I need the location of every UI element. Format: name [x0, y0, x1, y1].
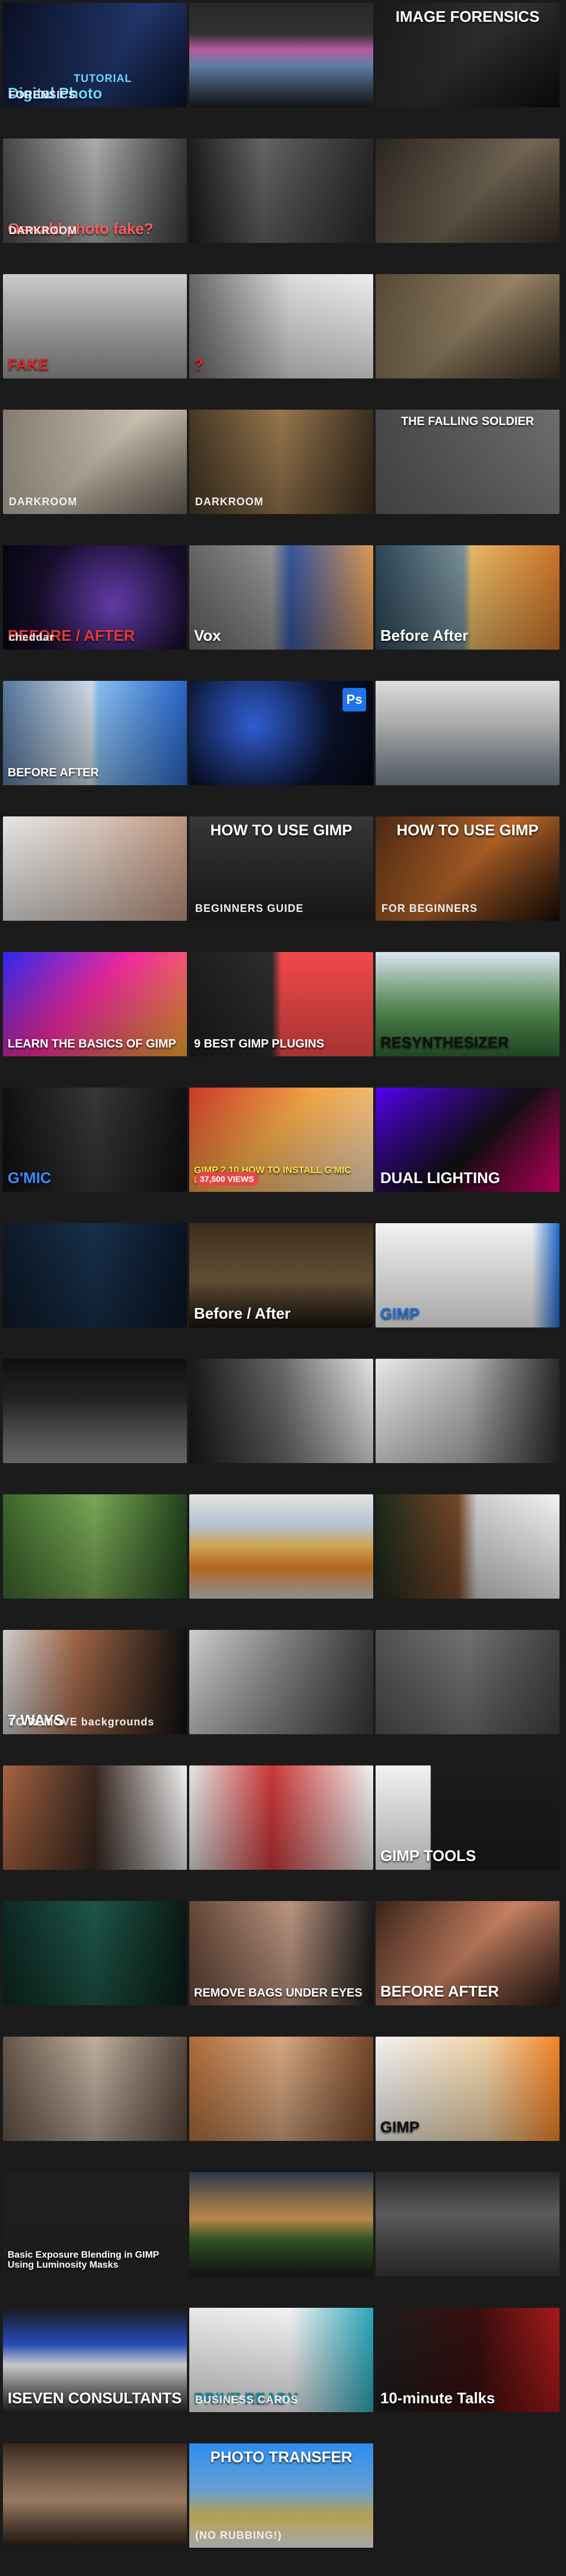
thumbnail-title: RESYNTHESIZER	[380, 1033, 509, 1051]
thumbnail-title: FAKE	[8, 355, 49, 373]
video-thumbnail-15-1[interactable]	[3, 1901, 187, 2005]
video-thumbnail-5-3[interactable]: Before After	[376, 545, 560, 650]
thumbnail-subtitle: DARKROOM	[9, 496, 77, 508]
video-thumbnail-1-3[interactable]: IMAGE FORENSICS	[376, 3, 560, 107]
video-thumbnail-9-3[interactable]: DUAL LIGHTING	[376, 1088, 560, 1192]
thumbnail-subtitle: cheddar	[9, 631, 55, 643]
video-thumbnail-16-3[interactable]: GIMP	[376, 2037, 560, 2141]
video-thumbnail-19-2[interactable]: PHOTO TRANSFER (NO RUBBING!)	[189, 2443, 373, 2548]
thumbnail-title: Basic Exposure Blending in GIMP Using Lu…	[8, 2250, 159, 2271]
video-thumbnail-10-3[interactable]: GIMP	[376, 1223, 560, 1327]
video-thumbnail-9-1[interactable]: G'MIC	[3, 1088, 187, 1192]
video-thumbnail-14-1[interactable]	[3, 1765, 187, 1870]
video-thumbnail-12-2[interactable]	[189, 1494, 373, 1599]
video-thumbnail-1-1[interactable]: Digital Photo FORENSICS TUTORIAL	[3, 3, 187, 107]
thumbnail-subtitle: FOR BEGINNERS	[381, 902, 478, 914]
thumbnail-title: G'MIC	[8, 1168, 52, 1187]
video-thumbnail-12-1[interactable]	[3, 1494, 187, 1599]
photoshop-badge: Ps	[343, 688, 366, 711]
video-thumbnail-7-2[interactable]: HOW TO USE GIMP BEGINNERS GUIDE	[189, 816, 373, 921]
video-thumbnail-8-2[interactable]: 9 BEST GIMP PLUGINS	[189, 952, 373, 1056]
thumbnail-title: REMOVE BAGS UNDER EYES	[194, 1987, 363, 1999]
video-thumbnail-13-1[interactable]: 7 WAYS TO REMOVE backgrounds	[3, 1630, 187, 1734]
thumbnail-title: GIMP	[380, 1304, 420, 1322]
video-thumbnail-8-1[interactable]: LEARN THE BASICS OF GIMP	[3, 952, 187, 1056]
thumbnail-title: GIMP	[380, 2117, 420, 2136]
video-thumbnail-17-3[interactable]	[376, 2172, 560, 2277]
video-thumbnail-14-2[interactable]	[189, 1765, 373, 1870]
video-thumbnail-4-3[interactable]: THE FALLING SOLDIER	[376, 410, 560, 514]
video-thumbnail-19-1[interactable]	[3, 2443, 187, 2548]
video-thumbnail-18-2[interactable]: PRINT-READY BUSINESS CARDS	[189, 2308, 373, 2412]
video-thumbnail-1-2[interactable]	[189, 3, 373, 107]
thumbnail-title: PHOTO TRANSFER	[210, 2448, 353, 2466]
video-thumbnail-3-3[interactable]	[376, 274, 560, 378]
views-badge: 37,500 VIEWS	[195, 1172, 259, 1186]
thumbnail-title: HOW TO USE GIMP	[396, 821, 539, 839]
video-thumbnail-9-2[interactable]: GIMP 2.10 HOW TO INSTALL G'MIC PLUGIN37,…	[189, 1088, 373, 1192]
video-thumbnail-13-2[interactable]	[189, 1630, 373, 1734]
video-thumbnail-7-3[interactable]: HOW TO USE GIMP FOR BEGINNERS	[376, 816, 560, 921]
thumbnail-grid: Digital Photo FORENSICS TUTORIAL IMAGE FORE…	[0, 0, 566, 2576]
video-thumbnail-5-1[interactable]: BEFORE / AFTER cheddar	[3, 545, 187, 650]
video-thumbnail-2-3[interactable]	[376, 139, 560, 243]
video-thumbnail-17-1[interactable]: Basic Exposure Blending in GIMP Using Lu…	[3, 2172, 187, 2277]
video-thumbnail-11-1[interactable]	[3, 1359, 187, 1463]
thumbnail-subtitle: BEGINNERS GUIDE	[195, 902, 304, 914]
video-thumbnail-11-2[interactable]	[189, 1359, 373, 1463]
video-thumbnail-18-3[interactable]: 10-minute Talks	[376, 2308, 560, 2412]
video-thumbnail-3-2[interactable]: ?	[189, 274, 373, 378]
video-thumbnail-3-1[interactable]: FAKE	[3, 274, 187, 378]
thumbnail-title: LEARN THE BASICS OF GIMP	[8, 1037, 176, 1050]
video-thumbnail-7-1[interactable]	[3, 816, 187, 921]
video-thumbnail-12-3[interactable]	[376, 1494, 560, 1599]
video-thumbnail-13-3[interactable]	[376, 1630, 560, 1734]
thumbnail-title: IMAGE FORENSICS	[395, 8, 540, 25]
thumbnail-subtitle: DARKROOM	[195, 496, 264, 508]
thumbnail-subtitle: DARKROOM	[9, 225, 77, 236]
video-thumbnail-15-3[interactable]: BEFORE AFTER	[376, 1901, 560, 2005]
video-thumbnail-18-1[interactable]: ISEVEN CONSULTANTS	[3, 2308, 187, 2412]
thumbnail-subtitle: TO REMOVE backgrounds	[9, 1716, 154, 1728]
thumbnail-subtitle: BUSINESS CARDS	[195, 2394, 299, 2406]
thumbnail-title: ISEVEN CONSULTANTS	[8, 2389, 182, 2407]
video-thumbnail-6-1[interactable]: BEFORE AFTER	[3, 681, 187, 785]
video-thumbnail-8-3[interactable]: RESYNTHESIZER	[376, 952, 560, 1056]
video-thumbnail-5-2[interactable]: Vox	[189, 545, 373, 650]
thumbnail-title: BEFORE AFTER	[380, 1982, 499, 2000]
thumbnail-title: ?	[194, 355, 203, 373]
thumbnail-tag: TUTORIAL	[74, 73, 132, 84]
video-thumbnail-17-2[interactable]	[189, 2172, 373, 2277]
thumbnail-subtitle: (NO RUBBING!)	[195, 2529, 282, 2541]
thumbnail-title: Before / After	[194, 1304, 291, 1322]
thumbnail-title: BEFORE AFTER	[8, 766, 99, 779]
thumbnail-title: HOW TO USE GIMP	[210, 821, 353, 839]
video-thumbnail-10-1[interactable]	[3, 1223, 187, 1327]
thumbnail-title: Before After	[380, 626, 469, 644]
video-thumbnail-16-1[interactable]	[3, 2037, 187, 2141]
video-thumbnail-2-1[interactable]: Oswald photo fake? DARKROOM	[3, 139, 187, 243]
video-thumbnail-16-2[interactable]	[189, 2037, 373, 2141]
video-thumbnail-4-1[interactable]: DARKROOM	[3, 410, 187, 514]
video-thumbnail-4-2[interactable]: DARKROOM	[189, 410, 373, 514]
thumbnail-title: GIMP TOOLS	[380, 1846, 476, 1865]
thumbnail-title: 10-minute Talks	[380, 2389, 495, 2407]
thumbnail-title: THE FALLING SOLDIER	[401, 415, 534, 428]
thumbnail-title: Vox	[194, 626, 221, 644]
video-thumbnail-6-2[interactable]: Ps	[189, 681, 373, 785]
thumbnail-title: DUAL LIGHTING	[380, 1168, 501, 1187]
video-thumbnail-10-2[interactable]: Before / After	[189, 1223, 373, 1327]
thumbnail-title: 9 BEST GIMP PLUGINS	[194, 1037, 324, 1050]
thumbnail-subtitle: FORENSICS	[9, 89, 77, 101]
video-thumbnail-2-2[interactable]	[189, 139, 373, 243]
video-thumbnail-15-2[interactable]: REMOVE BAGS UNDER EYES	[189, 1901, 373, 2005]
video-thumbnail-14-3[interactable]: GIMP TOOLS	[376, 1765, 560, 1870]
video-thumbnail-6-3[interactable]	[376, 681, 560, 785]
video-thumbnail-11-3[interactable]	[376, 1359, 560, 1463]
